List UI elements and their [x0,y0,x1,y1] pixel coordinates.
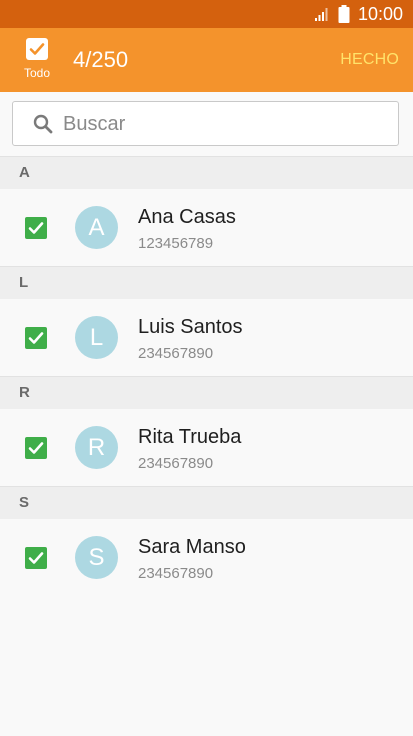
section-header-l: L [0,266,413,299]
selection-action-bar: Todo 4/250 HECHO [0,28,413,92]
contact-name: Rita Trueba [138,426,242,448]
avatar: S [75,536,118,579]
contact-checkbox[interactable] [25,547,47,569]
search-area [0,92,413,156]
contact-phone: 123456789 [138,235,214,252]
contact-phone: 234567890 [138,455,214,472]
contact-name: Ana Casas [138,206,236,228]
contact-row[interactable]: S Sara Manso 234567890 [0,519,413,596]
avatar: L [75,316,118,359]
status-bar: 10:00 [0,0,413,28]
section-header-s: S [0,486,413,519]
selection-count: 4/250 [73,47,129,72]
checkmark-icon [28,552,44,564]
search-input[interactable] [61,108,385,140]
select-all-button[interactable]: Todo [20,38,54,84]
contact-checkbox[interactable] [25,437,47,459]
contact-row[interactable]: L Luis Santos 234567890 [0,299,413,376]
contact-list: A A Ana Casas 123456789 L L Luis Santos … [0,156,413,596]
checkmark-icon [28,222,44,234]
contact-checkbox[interactable] [25,217,47,239]
search-icon [33,114,53,139]
checkmark-icon [28,442,44,454]
contact-row[interactable]: R Rita Trueba 234567890 [0,409,413,486]
contact-name: Sara Manso [138,536,246,558]
avatar: R [75,426,118,469]
contact-row[interactable]: A Ana Casas 123456789 [0,189,413,266]
select-all-checkbox[interactable] [26,38,48,60]
checkmark-icon [28,332,44,344]
search-box[interactable] [12,101,399,146]
select-all-label: Todo [23,66,51,80]
contact-name: Luis Santos [138,316,243,338]
avatar: A [75,206,118,249]
contact-phone: 234567890 [138,345,214,362]
contact-phone: 234567890 [138,565,214,582]
done-button[interactable]: HECHO [340,50,399,70]
status-time: 10:00 [357,4,403,24]
checkmark-icon [29,43,45,55]
contact-checkbox[interactable] [25,327,47,349]
section-header-a: A [0,156,413,189]
status-icons: 10:00 [314,4,403,24]
section-header-r: R [0,376,413,409]
signal-icon [314,6,330,22]
battery-icon [338,5,350,23]
